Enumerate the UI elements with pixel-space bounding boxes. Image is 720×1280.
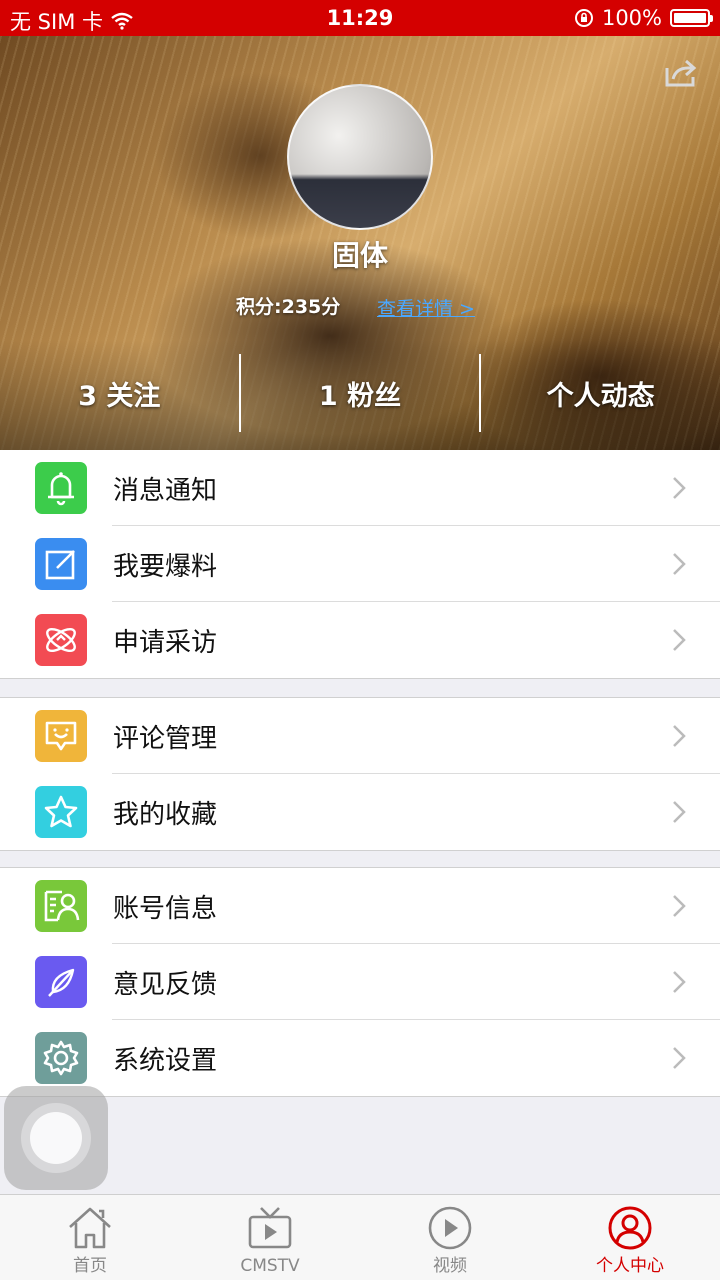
chevron-right-icon — [673, 629, 686, 651]
tab-profile[interactable]: 个人中心 — [540, 1195, 720, 1280]
rotation-lock-icon — [574, 9, 593, 27]
battery-percent: 100% — [601, 6, 662, 30]
profile-icon — [608, 1206, 652, 1250]
menu-item-label: 消息通知 — [113, 475, 218, 506]
chevron-right-icon — [673, 895, 686, 917]
tab-label: 首页 — [73, 1256, 107, 1276]
tab-video[interactable]: 视频 — [360, 1195, 540, 1280]
view-details-link[interactable]: 查看详情 > — [377, 294, 475, 321]
chevron-right-icon — [673, 1047, 686, 1069]
home-icon — [69, 1207, 111, 1249]
following-stat[interactable]: 3 关注 — [0, 354, 239, 432]
menu-item-favorites[interactable]: 我的收藏 — [0, 774, 720, 850]
edit-icon — [35, 538, 87, 590]
tab-cmstv[interactable]: CMSTV — [180, 1195, 360, 1280]
settings-icon — [35, 1032, 87, 1084]
assistive-touch-button[interactable] — [4, 1086, 108, 1190]
menu-item-label: 账号信息 — [113, 893, 218, 924]
menu-item-label: 申请采访 — [113, 627, 218, 658]
profile-stats: 3 关注 1 粉丝 个人动态 — [0, 354, 720, 432]
feather-icon — [35, 956, 87, 1008]
points-label: 积分:235分 — [236, 296, 341, 318]
share-icon[interactable] — [664, 58, 698, 88]
chevron-right-icon — [673, 801, 686, 823]
account-icon — [35, 880, 87, 932]
menu-item-label: 我要爆料 — [113, 551, 218, 582]
menu-item-label: 意见反馈 — [113, 969, 218, 1000]
tab-label: 视频 — [433, 1256, 467, 1276]
avatar[interactable] — [287, 84, 433, 230]
play-icon — [428, 1206, 472, 1250]
menu-item-report-news[interactable]: 我要爆料 — [0, 526, 720, 602]
interview-icon — [35, 614, 87, 666]
chevron-right-icon — [673, 553, 686, 575]
menu-group-3: 账号信息 意见反馈 系统设置 — [0, 867, 720, 1097]
activity-stat[interactable]: 个人动态 — [481, 354, 720, 432]
tv-icon — [248, 1207, 292, 1249]
battery-icon — [670, 9, 713, 27]
status-bar: 无 SIM 卡 11:29 100% — [0, 0, 720, 36]
menu-item-comment-management[interactable]: 评论管理 — [0, 698, 720, 774]
profile-header: 固体 积分:235分 查看详情 > 3 关注 1 粉丝 个人动态 — [0, 36, 720, 450]
comment-icon — [35, 710, 87, 762]
followers-stat[interactable]: 1 粉丝 — [241, 354, 480, 432]
menu-item-account-info[interactable]: 账号信息 — [0, 868, 720, 944]
username: 固体 — [331, 239, 388, 272]
tab-home[interactable]: 首页 — [0, 1195, 180, 1280]
menu-item-label: 评论管理 — [113, 723, 218, 754]
bell-icon — [35, 462, 87, 514]
chevron-right-icon — [673, 725, 686, 747]
tab-label: CMSTV — [240, 1256, 300, 1276]
menu-item-label: 系统设置 — [113, 1045, 218, 1076]
menu-item-feedback[interactable]: 意见反馈 — [0, 944, 720, 1020]
menu-item-notifications[interactable]: 消息通知 — [0, 450, 720, 526]
tab-bar: 首页 CMSTV 视频 个人中心 — [0, 1194, 720, 1280]
chevron-right-icon — [673, 971, 686, 993]
menu-item-system-settings[interactable]: 系统设置 — [0, 1020, 720, 1096]
star-icon — [35, 786, 87, 838]
menu-group-2: 评论管理 我的收藏 — [0, 697, 720, 851]
chevron-right-icon — [673, 477, 686, 499]
menu-item-apply-interview[interactable]: 申请采访 — [0, 602, 720, 678]
menu-group-1: 消息通知 我要爆料 申请采访 — [0, 450, 720, 679]
tab-label: 个人中心 — [596, 1256, 664, 1276]
menu-item-label: 我的收藏 — [113, 799, 218, 830]
